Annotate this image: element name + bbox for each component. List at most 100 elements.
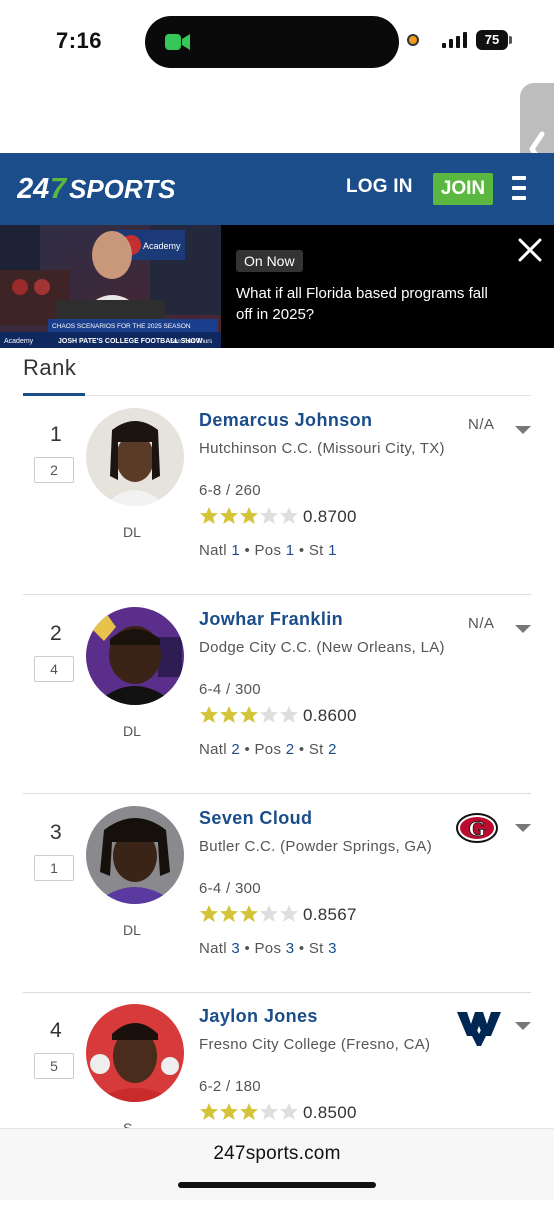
player-position: DL <box>123 723 141 739</box>
star-icon <box>220 507 238 524</box>
georgia-logo-icon[interactable]: G <box>455 812 503 848</box>
player-school: Fresno City College (Fresno, CA) <box>199 1036 431 1053</box>
previous-rank-badge: 4 <box>34 656 74 682</box>
chevron-down-icon[interactable] <box>514 624 532 634</box>
star-empty-icon <box>280 1103 298 1120</box>
player-school: Hutchinson C.C. (Missouri City, TX) <box>199 440 445 457</box>
player-row[interactable]: 2 4 DL Jowhar Franklin Dodge City C.C. (… <box>23 607 532 820</box>
player-score: 0.8700 <box>303 507 357 526</box>
star-icon <box>240 1103 258 1120</box>
home-indicator[interactable] <box>178 1182 376 1188</box>
close-icon[interactable] <box>518 238 542 262</box>
join-button[interactable]: JOIN <box>433 173 493 205</box>
player-height-weight: 6-8 / 260 <box>199 482 261 499</box>
player-school: Butler C.C. (Powder Springs, GA) <box>199 838 433 855</box>
star-icon <box>200 1103 218 1120</box>
position-rank[interactable]: 1 <box>286 542 295 559</box>
rank-number: 1 <box>50 423 62 446</box>
247sports-logo[interactable]: 24 7 SPORTS <box>17 170 209 206</box>
svg-text:Academy: Academy <box>4 338 34 345</box>
on-now-badge: On Now <box>236 250 303 272</box>
west-virginia-logo-icon[interactable] <box>455 1010 503 1046</box>
divider <box>23 395 531 396</box>
chevron-down-icon[interactable] <box>514 1021 532 1031</box>
star-rating <box>200 507 298 524</box>
player-score: 0.8567 <box>303 905 357 924</box>
status-bar: 7:16 75 <box>0 0 554 86</box>
dynamic-island <box>145 16 399 68</box>
star-icon <box>240 905 258 922</box>
star-icon <box>200 706 218 723</box>
player-position: DL <box>123 922 141 938</box>
star-empty-icon <box>260 905 278 922</box>
star-empty-icon <box>260 706 278 723</box>
star-icon <box>200 507 218 524</box>
status-time: 7:16 <box>56 28 103 53</box>
star-empty-icon <box>260 507 278 524</box>
rank-number: 3 <box>50 821 62 844</box>
cellular-signal-icon <box>442 32 467 48</box>
state-rank[interactable]: 2 <box>328 741 337 758</box>
star-rating <box>200 1103 298 1120</box>
star-rating <box>200 905 298 922</box>
player-rankings: Natl 1 • Pos 1 • St 1 <box>199 542 337 559</box>
player-row[interactable]: 1 2 DL Demarcus Johnson Hutchinson C.C. … <box>23 408 532 621</box>
facetime-camera-icon <box>165 34 190 50</box>
commit-status: N/A <box>468 615 495 632</box>
url-display[interactable]: 247sports.com <box>0 1143 554 1165</box>
player-name-link[interactable]: Jowhar Franklin <box>199 609 343 630</box>
star-empty-icon <box>280 905 298 922</box>
svg-text:CHAOS SCENARIOS FOR THE 2025 S: CHAOS SCENARIOS FOR THE 2025 SEASON <box>52 323 191 330</box>
svg-text:Sun Tues Thurs: Sun Tues Thurs <box>170 339 212 345</box>
star-empty-icon <box>280 507 298 524</box>
previous-rank-badge: 1 <box>34 855 74 881</box>
national-rank[interactable]: 3 <box>231 940 240 957</box>
position-rank[interactable]: 2 <box>286 741 295 758</box>
svg-text:24: 24 <box>17 173 49 205</box>
player-photo[interactable] <box>86 1004 184 1102</box>
battery-tip <box>509 36 512 44</box>
player-score: 0.8500 <box>303 1103 357 1122</box>
login-link[interactable]: LOG IN <box>346 176 413 198</box>
star-empty-icon <box>280 706 298 723</box>
player-row[interactable]: 3 1 DL Seven Cloud Butler C.C. (Powder S… <box>23 806 532 1019</box>
star-rating <box>200 706 298 723</box>
national-rank[interactable]: 2 <box>231 741 240 758</box>
player-rankings: Natl 2 • Pos 2 • St 2 <box>199 741 337 758</box>
rank-number: 2 <box>50 622 62 645</box>
svg-text:G: G <box>468 816 485 841</box>
chevron-down-icon[interactable] <box>514 823 532 833</box>
star-icon <box>200 905 218 922</box>
player-position: DL <box>123 524 141 540</box>
player-name-link[interactable]: Demarcus Johnson <box>199 410 372 431</box>
player-photo[interactable] <box>86 607 184 705</box>
star-icon <box>220 706 238 723</box>
state-rank[interactable]: 1 <box>328 542 337 559</box>
active-tab-indicator <box>23 393 85 396</box>
divider <box>23 793 531 794</box>
player-rankings: Natl 3 • Pos 3 • St 3 <box>199 940 337 957</box>
player-photo[interactable] <box>86 806 184 904</box>
privacy-indicator-icon <box>407 34 419 46</box>
video-thumbnail[interactable]: Academy CHAOS SCENARIOS FOR THE 2025 SEA… <box>0 225 221 348</box>
star-icon <box>240 507 258 524</box>
player-name-link[interactable]: Seven Cloud <box>199 808 312 829</box>
star-empty-icon <box>260 1103 278 1120</box>
player-photo[interactable] <box>86 408 184 506</box>
national-rank[interactable]: 1 <box>231 542 240 559</box>
rank-number: 4 <box>50 1019 62 1042</box>
logo-text: SPORTS <box>69 174 176 204</box>
promo-headline[interactable]: What if all Florida based programs fall … <box>236 283 496 325</box>
rank-column-heading[interactable]: Rank <box>23 355 76 381</box>
battery-icon: 75 <box>476 30 508 50</box>
chevron-down-icon[interactable] <box>514 425 532 435</box>
star-icon <box>220 905 238 922</box>
player-name-link[interactable]: Jaylon Jones <box>199 1006 318 1027</box>
star-icon <box>220 1103 238 1120</box>
state-rank[interactable]: 3 <box>328 940 337 957</box>
player-height-weight: 6-2 / 180 <box>199 1078 261 1095</box>
commit-status: N/A <box>468 416 495 433</box>
position-rank[interactable]: 3 <box>286 940 295 957</box>
player-height-weight: 6-4 / 300 <box>199 880 261 897</box>
menu-icon[interactable] <box>512 176 526 202</box>
